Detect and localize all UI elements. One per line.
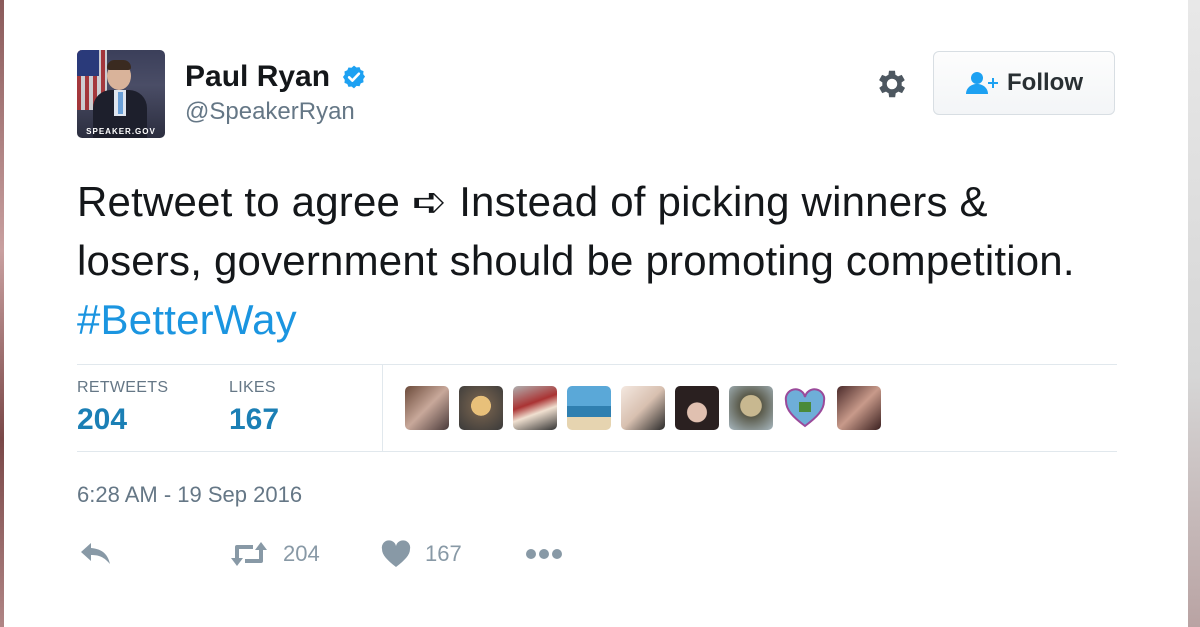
liker-avatar[interactable] <box>405 386 449 430</box>
more-button[interactable] <box>525 534 563 574</box>
avatar-hair <box>107 60 131 70</box>
user-name[interactable]: Paul Ryan <box>185 60 330 94</box>
heart-avatar-icon <box>784 388 826 428</box>
user-info: Paul Ryan @SpeakerRyan <box>185 60 367 126</box>
liker-avatar[interactable] <box>567 386 611 430</box>
tweet-header: SPEAKER.GOV Paul Ryan @SpeakerRyan Follo… <box>77 46 1117 142</box>
retweet-count: 204 <box>283 541 320 566</box>
tweet-actions: 204 167 <box>77 534 777 574</box>
liker-avatar[interactable] <box>783 386 827 430</box>
tweet-body: Retweet to agree ➪ Instead of picking wi… <box>77 178 1075 284</box>
likes-label: LIKES <box>229 379 276 396</box>
avatar[interactable]: SPEAKER.GOV <box>77 50 165 138</box>
background-edge-left <box>0 0 4 627</box>
tweet-card: SPEAKER.GOV Paul Ryan @SpeakerRyan Follo… <box>77 46 1117 567</box>
follow-button-label: Follow <box>1007 69 1083 96</box>
follow-button[interactable]: Follow <box>933 51 1115 115</box>
divider-bottom <box>77 451 1117 452</box>
retweets-label: RETWEETS <box>77 379 169 396</box>
avatar-label: SPEAKER.GOV <box>86 127 156 136</box>
like-button[interactable]: 167 <box>381 534 462 574</box>
tweet-stats: RETWEETS 204 LIKES 167 <box>77 365 1117 451</box>
retweet-icon <box>231 542 267 566</box>
tweet-timestamp[interactable]: 6:28 AM - 19 Sep 2016 <box>77 482 302 508</box>
reply-icon <box>81 543 110 564</box>
background-edge-right <box>1188 0 1200 627</box>
liker-avatar[interactable] <box>729 386 773 430</box>
retweets-stat[interactable]: RETWEETS 204 <box>77 379 168 437</box>
retweet-button[interactable]: 204 <box>229 534 320 574</box>
tweet-text: Retweet to agree ➪ Instead of picking wi… <box>77 172 1117 349</box>
likes-value: 167 <box>229 403 280 436</box>
hashtag-link[interactable]: #BetterWay <box>77 296 297 343</box>
gear-icon[interactable] <box>874 66 910 102</box>
user-handle[interactable]: @SpeakerRyan <box>185 98 367 126</box>
stats-separator <box>382 365 383 451</box>
reply-button[interactable] <box>79 534 113 574</box>
add-user-icon <box>966 72 998 94</box>
likes-stat[interactable]: LIKES 167 <box>229 379 279 437</box>
liker-avatar[interactable] <box>513 386 557 430</box>
heart-icon <box>381 540 411 567</box>
retweets-value: 204 <box>77 403 128 436</box>
avatar-stars <box>77 50 99 76</box>
more-icon <box>526 549 562 559</box>
avatar-tie <box>118 92 123 114</box>
liker-avatar[interactable] <box>675 386 719 430</box>
liker-avatar[interactable] <box>459 386 503 430</box>
liker-avatar[interactable] <box>837 386 881 430</box>
liker-avatar[interactable] <box>621 386 665 430</box>
verified-badge-icon <box>342 65 365 89</box>
like-count: 167 <box>425 541 462 566</box>
